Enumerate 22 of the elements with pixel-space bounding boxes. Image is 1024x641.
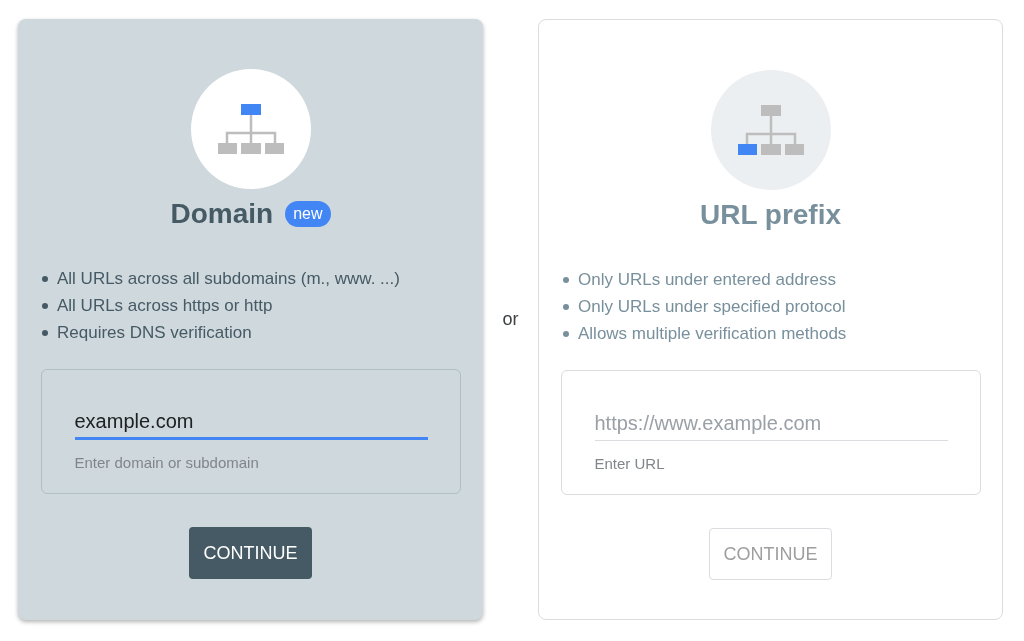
bullet-icon: [563, 330, 569, 337]
bullet-icon: [42, 275, 48, 282]
bullet-icon: [42, 329, 48, 336]
feature-text: Only URLs under specified protocol: [578, 295, 846, 318]
feature-text: All URLs across all subdomains (m., www. ...): [57, 267, 400, 290]
feature-text: Allows multiple verification methods: [578, 322, 847, 345]
new-badge: new: [285, 201, 331, 227]
or-separator: or: [502, 308, 519, 331]
card-title: URL prefix: [699, 198, 842, 232]
bullet-icon: [563, 276, 569, 283]
text-field[interactable]: example.com: [74, 406, 428, 440]
option-card[interactable]: Domain new All URLs across all subdomains (m., www. ...) All URLs across https or http Requires DNS verification example.com Enter domain or subdomain CONTINUE: [18, 19, 483, 620]
feature-text: Requires DNS verification: [57, 321, 252, 344]
helper-text: Enter domain or subdomain: [74, 453, 260, 473]
card-title: Domain: [170, 197, 274, 231]
text-field[interactable]: https://www.example.com: [594, 407, 948, 441]
helper-text: Enter URL: [594, 454, 666, 474]
bullet-icon: [42, 302, 48, 309]
feature-text: Only URLs under entered address: [578, 268, 836, 291]
continue-button[interactable]: CONTINUE: [189, 527, 312, 579]
bullet-icon: [563, 303, 569, 310]
feature-text: All URLs across https or http: [57, 294, 273, 317]
